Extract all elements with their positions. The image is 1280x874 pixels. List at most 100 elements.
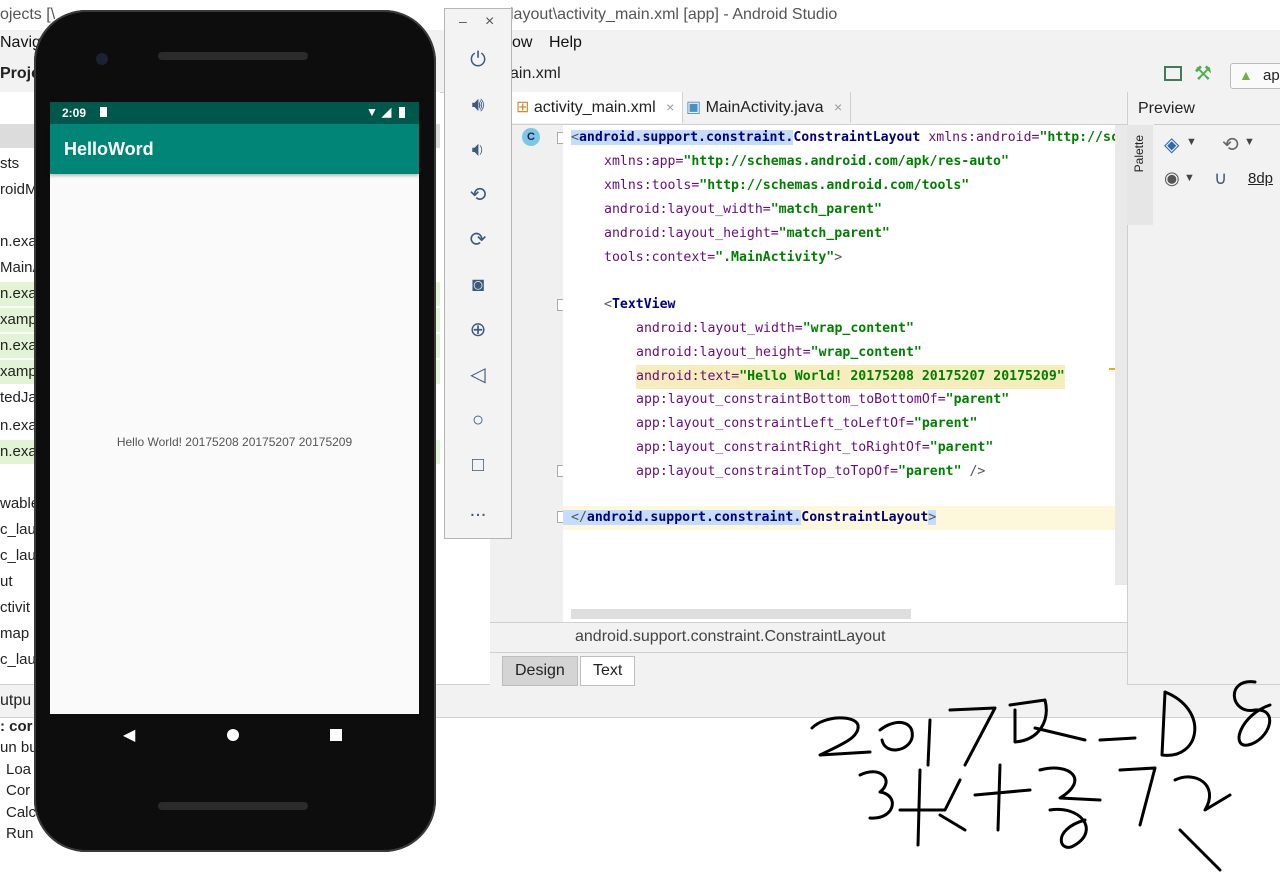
code-line: android:layout_width="wrap_content" [636,321,914,336]
horizontal-scrollbar[interactable] [571,609,911,619]
hammer-icon[interactable]: ⚒ [1194,61,1212,86]
app-bar: HelloWord [50,124,419,174]
output-line: Calc [6,804,37,821]
power-icon[interactable]: ⏻ [458,42,498,78]
code-line: <TextView [604,297,676,312]
layers-icon[interactable]: ◈ [1164,132,1179,157]
output-line: Cor [6,782,31,799]
tree-item[interactable]: map [0,622,29,646]
chevron-down-icon[interactable]: ▼ [1186,136,1197,148]
zoom-icon[interactable]: ⊕ [458,312,498,348]
preview-title: Preview [1138,100,1195,117]
output-tab-label[interactable]: utpu [0,692,31,710]
phone-screen: 2:09 ▼ ◢ HelloWord Hello World! 20175208… [50,102,419,714]
rotate-icon[interactable]: ⟲ [1222,132,1239,157]
hello-textview: Hello World! 20175208 20175207 20175209 [116,435,353,449]
nav-overview-icon[interactable] [330,729,342,741]
volume-down-icon[interactable]: 🔉︎ [458,132,498,168]
tab-label: MainActivity.java [705,99,824,116]
chevron-down-icon[interactable]: ▼ [1244,136,1255,148]
tree-item[interactable]: tedJa [0,386,37,410]
title-text-left: ojects [\ [0,6,56,23]
code-line: xmlns:tools="http://schemas.android.com/… [604,178,970,193]
menu-help[interactable]: Help [549,34,582,52]
tree-item[interactable]: c_lau [0,544,36,568]
more-icon[interactable]: ... [458,492,498,528]
nav-home-icon[interactable] [227,729,239,741]
tab-activity-main[interactable]: ⊞ activity_main.xml × [508,92,684,123]
chevron-down-icon[interactable]: ▼ [1184,172,1195,184]
rotate-right-icon[interactable]: ⟳ [458,222,498,258]
emulator-toolbar: – × ⏻ 🔊︎ 🔉︎ ⟲ ⟳ ◙ ⊕ ◁ ○ □ ... [444,8,512,539]
close-icon[interactable]: × [666,99,674,115]
tree-item[interactable]: sts [0,152,19,176]
editor-tab-bar: ⊞ activity_main.xml × ▣ MainActivity.jav… [490,92,1127,125]
tab-main-activity[interactable]: ▣ MainActivity.java × [678,92,852,123]
code-line: <android.support.constraint.ConstraintLa… [571,130,1115,145]
xml-breadcrumb: android.support.constraint.ConstraintLay… [490,622,1127,653]
top-speaker [158,52,308,60]
handwritten-signature [810,680,1272,872]
nav-back-icon[interactable]: ◀ [123,725,135,745]
java-file-icon: ▣ [686,99,702,116]
wifi-icon: ▼ [366,105,378,119]
bottom-speaker [158,802,308,810]
code-line-warning: android:text="Hello World! 20175208 2017… [636,365,1065,389]
tree-item[interactable]: ut [0,570,13,594]
status-bar: 2:09 ▼ ◢ [50,102,419,124]
code-line: app:layout_constraintLeft_toLeftOf="pare… [636,416,978,431]
breadcrumb-file[interactable]: ain.xml [510,65,561,83]
run-config-select[interactable]: ▲ ap [1230,63,1280,89]
minimize-icon[interactable]: – [459,13,467,29]
overview-icon[interactable]: □ [458,447,498,483]
home-icon[interactable]: ○ [458,402,498,438]
close-icon[interactable]: × [834,99,842,115]
default-margin[interactable]: 8dp [1248,170,1273,187]
run-config-label: ap [1263,67,1280,84]
code-line: android:layout_height="match_parent" [604,226,890,241]
android-icon: ▲ [1239,67,1253,83]
output-line: Run [6,825,34,842]
divider [1154,124,1280,125]
menu-window[interactable]: ow [512,34,532,52]
code-editor[interactable]: <android.support.constraint.ConstraintLa… [563,125,1115,622]
vertical-scrollbar[interactable] [1115,125,1127,585]
volume-up-icon[interactable]: 🔊︎ [458,87,498,123]
tree-item[interactable]: n.exa [0,230,37,254]
title-text: layout\activity_main.xml [app] - Android… [510,6,838,23]
output-line: : cor [0,718,33,735]
code-line: app:layout_constraintTop_toTopOf="parent… [636,464,986,479]
eye-icon[interactable]: ◉ [1164,168,1180,189]
camera-icon[interactable]: ◙ [458,267,498,303]
tab-text[interactable]: Text [580,656,636,686]
tab-design[interactable]: Design [502,656,578,686]
layout-icon[interactable] [1164,66,1182,81]
xml-file-icon: ⊞ [516,99,530,116]
status-time: 2:09 [62,106,87,120]
code-line: tools:context=".MainActivity"> [604,250,843,265]
class-badge-icon[interactable]: C [522,128,540,146]
code-line: app:layout_constraintBottom_toBottomOf="… [636,392,1010,407]
signal-icon: ◢ [382,105,392,119]
tree-item[interactable]: n.exa [0,414,37,438]
code-line: app:layout_constraintRight_toRightOf="pa… [636,440,994,455]
tree-item[interactable]: roidM [0,178,38,202]
output-line: un bu [0,739,38,756]
magnet-icon[interactable]: ∪ [1214,168,1227,189]
palette-tab[interactable]: Palette [1127,125,1153,225]
breadcrumb-path[interactable]: android.support.constraint.ConstraintLay… [575,628,885,646]
tree-item[interactable]: c_lau [0,648,36,672]
code-line: android:layout_height="wrap_content" [636,345,922,360]
tree-item[interactable]: ctivit [0,596,30,620]
sd-card-icon [100,107,107,117]
app-title: HelloWord [64,139,154,159]
rotate-left-icon[interactable]: ⟲ [458,177,498,213]
palette-label: Palette [1132,135,1146,173]
tree-item[interactable]: c_lau [0,518,36,542]
front-camera [96,53,108,65]
output-line: Loa [6,761,32,778]
back-icon[interactable]: ◁ [458,357,498,393]
code-line-current: </android.support.constraint.ConstraintL… [563,506,1115,530]
close-icon[interactable]: × [485,13,494,31]
code-line: xmlns:app="http://schemas.android.com/ap… [604,154,1009,169]
